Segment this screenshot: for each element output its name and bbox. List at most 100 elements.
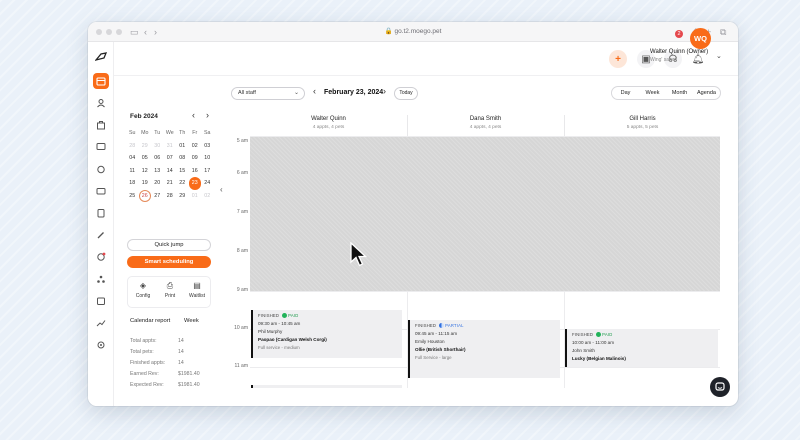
- calendar-grid[interactable]: FINISHED PAID 09:30 am - 10:45 am Phil M…: [250, 136, 720, 388]
- day-cell[interactable]: 14: [164, 165, 177, 178]
- day-cell[interactable]: 15: [176, 165, 189, 178]
- mini-prev-icon[interactable]: ‹: [192, 110, 195, 120]
- chat-support-button[interactable]: [710, 377, 730, 397]
- smart-scheduling-button[interactable]: Smart scheduling: [127, 256, 211, 268]
- nav-settings[interactable]: [93, 337, 109, 353]
- config-label: Config: [135, 293, 151, 299]
- window-zoom-dot[interactable]: [116, 29, 122, 35]
- appointment-card[interactable]: FINISHED PAID 10:00 am - 11:00 am John S…: [565, 329, 718, 367]
- day-cell[interactable]: 17: [201, 165, 214, 178]
- day-cell[interactable]: 23: [188, 177, 201, 190]
- mouse-cursor-icon: [350, 241, 368, 273]
- staff-column-header[interactable]: Walter Quinn 4 appts, 4 pets: [250, 116, 407, 130]
- nav-reviews[interactable]: [93, 249, 109, 265]
- day-cell[interactable]: 05: [139, 152, 152, 165]
- back-icon[interactable]: ‹: [144, 26, 147, 38]
- blocked-time-area[interactable]: [250, 137, 720, 291]
- prev-day-icon[interactable]: ‹: [313, 86, 316, 96]
- nav-reports[interactable]: [93, 315, 109, 331]
- staff-column-header[interactable]: Dana Smith 4 appts, 4 pets: [407, 116, 564, 130]
- forward-icon[interactable]: ›: [154, 26, 157, 38]
- day-cell[interactable]: 18: [126, 177, 139, 190]
- collapse-panel-icon[interactable]: ‹: [220, 185, 223, 194]
- service-name: Full Service - large: [415, 355, 452, 360]
- view-switcher: Day Week Month Agenda: [611, 86, 721, 100]
- day-cell[interactable]: 13: [151, 165, 164, 178]
- day-cell[interactable]: 10: [201, 152, 214, 165]
- day-cell[interactable]: 06: [151, 152, 164, 165]
- day-cell[interactable]: 02: [201, 190, 214, 203]
- day-cell[interactable]: 25: [126, 190, 139, 203]
- today-button[interactable]: Today: [394, 87, 418, 100]
- address-bar[interactable]: 🔒 go.t2.moego.pet: [308, 26, 518, 38]
- view-week[interactable]: Week: [639, 87, 666, 99]
- day-cell[interactable]: 02: [189, 140, 202, 153]
- day-cell[interactable]: 21: [164, 177, 177, 190]
- day-cell[interactable]: 27: [151, 190, 164, 203]
- day-cell[interactable]: 01: [176, 140, 189, 153]
- day-cell[interactable]: 12: [139, 165, 152, 178]
- tabs-overview-icon[interactable]: ⧉: [720, 26, 726, 38]
- avatar[interactable]: WQ: [690, 28, 711, 49]
- app-nav-rail: [88, 42, 114, 406]
- nav-clients[interactable]: [93, 95, 109, 111]
- user-icon: [97, 99, 105, 108]
- view-month[interactable]: Month: [666, 87, 693, 99]
- nav-clipboard[interactable]: [93, 205, 109, 221]
- client-name: John Smith: [572, 348, 595, 353]
- config-button[interactable]: ◈ Config: [130, 281, 156, 299]
- chevron-down-icon[interactable]: ⌄: [716, 52, 722, 60]
- waitlist-button[interactable]: ▤ Waitlist: [184, 281, 210, 299]
- day-cell[interactable]: 22: [176, 177, 189, 190]
- day-cell[interactable]: 31: [164, 140, 177, 153]
- next-day-icon[interactable]: ›: [383, 86, 386, 96]
- day-cell[interactable]: 04: [126, 152, 139, 165]
- day-cell[interactable]: 28: [164, 190, 177, 203]
- day-cell[interactable]: 11: [126, 165, 139, 178]
- day-cell[interactable]: 28: [126, 140, 139, 153]
- print-button[interactable]: ⎙ Print: [157, 281, 183, 299]
- day-cell[interactable]: 08: [176, 152, 189, 165]
- window-close-dot[interactable]: [96, 29, 102, 35]
- view-day[interactable]: Day: [612, 87, 639, 99]
- day-cell[interactable]: 29: [176, 190, 189, 203]
- appointment-card[interactable]: FINISHED PARTIAL 09:45 am - 11:15 am Emi…: [408, 320, 560, 378]
- nav-marketing[interactable]: [93, 227, 109, 243]
- nav-inventory[interactable]: [93, 293, 109, 309]
- browser-toolbar: ▭ ‹ › 🔒 go.t2.moego.pet ⇪ + ⧉: [88, 22, 738, 42]
- mini-next-icon[interactable]: ›: [206, 110, 209, 120]
- stat-value: 14: [178, 338, 184, 344]
- nav-store[interactable]: [93, 117, 109, 133]
- appointment-card[interactable]: FINISHED PAID 09:30 am - 10:45 am Phil M…: [251, 310, 402, 358]
- nav-network[interactable]: [93, 271, 109, 287]
- window-minimize-dot[interactable]: [106, 29, 112, 35]
- day-cell[interactable]: 29: [139, 140, 152, 153]
- stat-value: $1981.40: [178, 371, 200, 377]
- app-logo[interactable]: [94, 52, 108, 65]
- day-cell[interactable]: 26: [139, 190, 152, 203]
- day-cell[interactable]: 01: [189, 190, 202, 203]
- day-cell[interactable]: 24: [201, 177, 214, 190]
- report-period-select[interactable]: Week: [184, 318, 199, 324]
- day-cell[interactable]: 19: [139, 177, 152, 190]
- pet-name: Paopao (Cardigan Welsh Corgi): [258, 337, 327, 342]
- day-cell[interactable]: 16: [189, 165, 202, 178]
- sidebar-toggle-icon[interactable]: ▭: [130, 26, 139, 38]
- staff-column-header[interactable]: Gill Harris 5 appts, 5 pets: [564, 116, 721, 130]
- nav-messages[interactable]: [93, 139, 109, 155]
- day-cell[interactable]: 07: [164, 152, 177, 165]
- day-cell[interactable]: 03: [201, 140, 214, 153]
- day-cell[interactable]: 30: [151, 140, 164, 153]
- staff-filter-select[interactable]: All staff ⌄: [231, 87, 305, 100]
- week-row: 25 26 27 28 29 01 02: [126, 190, 214, 203]
- payment-label: PARTIAL: [445, 323, 464, 328]
- view-agenda[interactable]: Agenda: [693, 87, 720, 99]
- day-cell[interactable]: 20: [151, 177, 164, 190]
- create-button[interactable]: +: [609, 50, 627, 68]
- day-cell[interactable]: 09: [189, 152, 202, 165]
- quick-jump-button[interactable]: Quick jump: [127, 239, 211, 251]
- nav-calendar[interactable]: [93, 73, 109, 89]
- appointment-card[interactable]: [251, 385, 402, 388]
- nav-reminders[interactable]: [93, 161, 109, 177]
- nav-payments[interactable]: [93, 183, 109, 199]
